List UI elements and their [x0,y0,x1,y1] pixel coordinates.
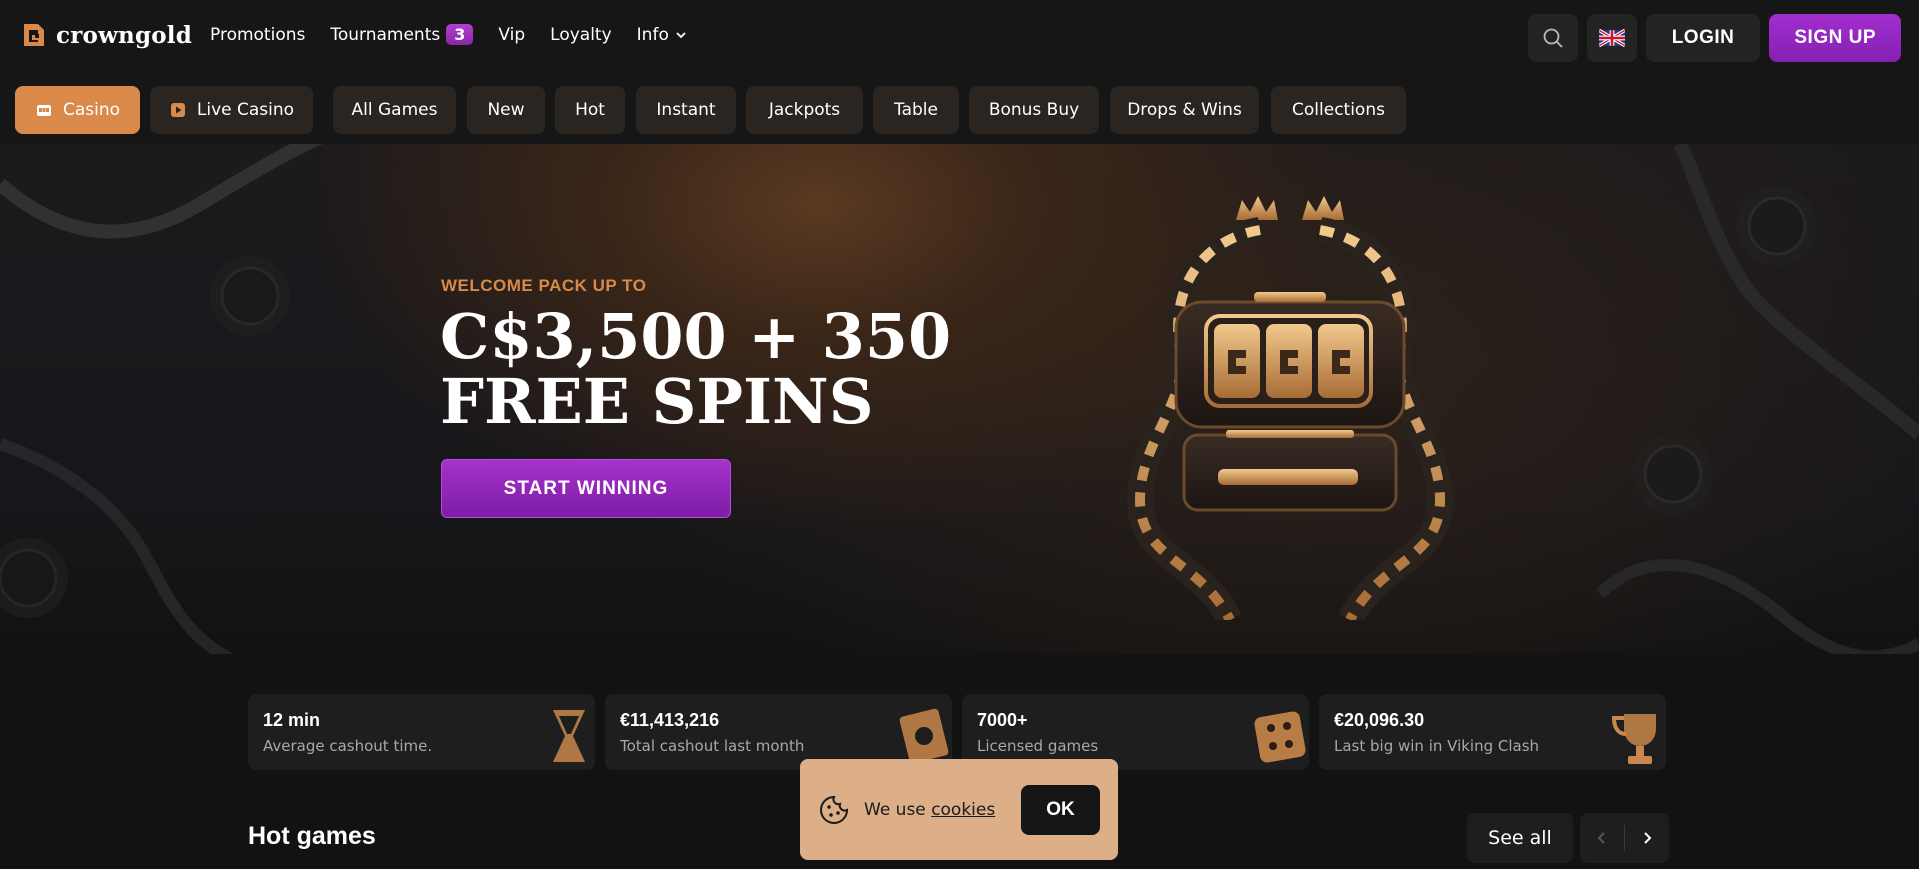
nav-tournaments[interactable]: Tournaments 3 [330,24,474,45]
trophy-icon [1611,714,1656,764]
hero-banner: WELCOME PACK UP TO C$3,500 + 350 FREE SP… [0,144,1919,654]
category-bar: Casino Live Casino All Games New Hot Ins… [0,78,1919,144]
category-hot-label: Hot [575,100,605,120]
category-drops-wins[interactable]: Drops & Wins [1110,86,1259,134]
category-jackpots-label: Jackpots [768,100,841,120]
nav-loyalty[interactable]: Loyalty [550,25,612,45]
stat-value: 7000+ [977,710,1028,730]
cash-icon [899,708,949,764]
logo[interactable]: crowngold [18,20,192,50]
hero-title-line1: C$3,500 + 350 [440,300,952,373]
chevron-left-icon [1597,832,1605,844]
nav-promotions[interactable]: Promotions [210,25,305,45]
cookies-link[interactable]: cookies [931,800,995,820]
stat-label: Average cashout time. [263,737,433,755]
cookie-text: We use cookies [864,800,1007,820]
hero-background-decor [0,144,1919,654]
slot-machine-illustration [1126,196,1454,620]
main-nav: Promotions Tournaments 3 Vip Loyalty Inf… [210,24,712,45]
hot-games-title: Hot games [248,822,376,850]
category-bonus-buy[interactable]: Bonus Buy [969,86,1099,134]
category-new[interactable]: New [467,86,545,134]
hero-subtitle: WELCOME PACK UP TO [441,276,647,295]
category-jackpots[interactable]: Jackpots [746,86,863,134]
play-icon [170,103,185,117]
language-button[interactable] [1586,14,1637,62]
category-casino-label: Casino [62,100,121,120]
hot-games-pager [1580,813,1669,863]
cookie-banner: We use cookies OK [800,759,1118,860]
logo-text: crowngold [56,21,193,49]
hero-title: C$3,500 + 350 FREE SPINS [440,304,951,434]
cookie-message: We use [864,799,926,820]
nav-vip-label: Vip [498,24,526,45]
poker-chip-icon [210,256,290,336]
stat-label: Total cashout last month [620,737,805,755]
search-icon [1543,28,1563,48]
uk-flag-icon [1598,29,1625,47]
next-button[interactable] [1625,813,1669,863]
cookie-ok-button[interactable]: OK [1021,784,1100,835]
start-winning-button[interactable]: START WINNING [441,459,731,518]
prev-button[interactable] [1580,813,1624,863]
stat-label: Licensed games [977,737,1099,755]
category-live-casino[interactable]: Live Casino [150,86,313,134]
search-button[interactable] [1527,14,1578,62]
nav-vip[interactable]: Vip [498,25,525,45]
cookie-icon [820,795,849,824]
category-instant[interactable]: Instant [636,86,736,134]
category-new-label: New [487,100,525,120]
site-header: crowngold Promotions Tournaments 3 Vip L… [0,0,1919,78]
see-all-button[interactable]: See all [1467,813,1573,863]
stat-value: €20,096.30 [1334,710,1425,730]
header-actions: LOGIN SIGN UP [1527,14,1901,62]
hourglass-icon [553,710,585,762]
category-hot[interactable]: Hot [555,86,625,134]
category-table[interactable]: Table [873,86,959,134]
category-table-label: Table [894,100,938,120]
category-bonus-buy-label: Bonus Buy [988,100,1080,120]
category-all-games[interactable]: All Games [333,86,456,134]
stat-card-cashout-time: 12 min Average cashout time. [248,694,595,770]
hero-title-line2: FREE SPINS [440,365,874,438]
stat-label: Last big win in Viking Clash [1334,737,1540,755]
logo-mark-icon [24,24,44,46]
chevron-down-icon [676,31,686,38]
dice-icon [1254,711,1306,763]
tournaments-count-badge: 3 [446,24,474,45]
category-casino[interactable]: Casino [15,86,140,134]
chevron-right-icon [1644,832,1652,844]
stat-value: 12 min [263,710,321,730]
nav-loyalty-label: Loyalty [550,24,612,45]
category-instant-label: Instant [656,100,716,120]
login-button[interactable]: LOGIN [1645,14,1761,62]
signup-button[interactable]: SIGN UP [1769,14,1901,62]
category-drops-wins-label: Drops & Wins [1127,100,1242,120]
nav-promotions-label: Promotions [210,24,306,45]
casino-icon [36,105,51,116]
category-live-casino-label: Live Casino [196,100,295,120]
stat-card-last-big-win: €20,096.30 Last big win in Viking Clash [1319,694,1666,770]
category-all-games-label: All Games [351,100,438,120]
nav-info-label: Info [636,24,669,45]
nav-tournaments-label: Tournaments [330,24,441,45]
stat-value: €11,413,216 [620,710,720,730]
nav-info-dropdown[interactable]: Info [637,25,687,45]
category-collections[interactable]: Collections [1271,86,1406,134]
category-collections-label: Collections [1292,100,1385,120]
